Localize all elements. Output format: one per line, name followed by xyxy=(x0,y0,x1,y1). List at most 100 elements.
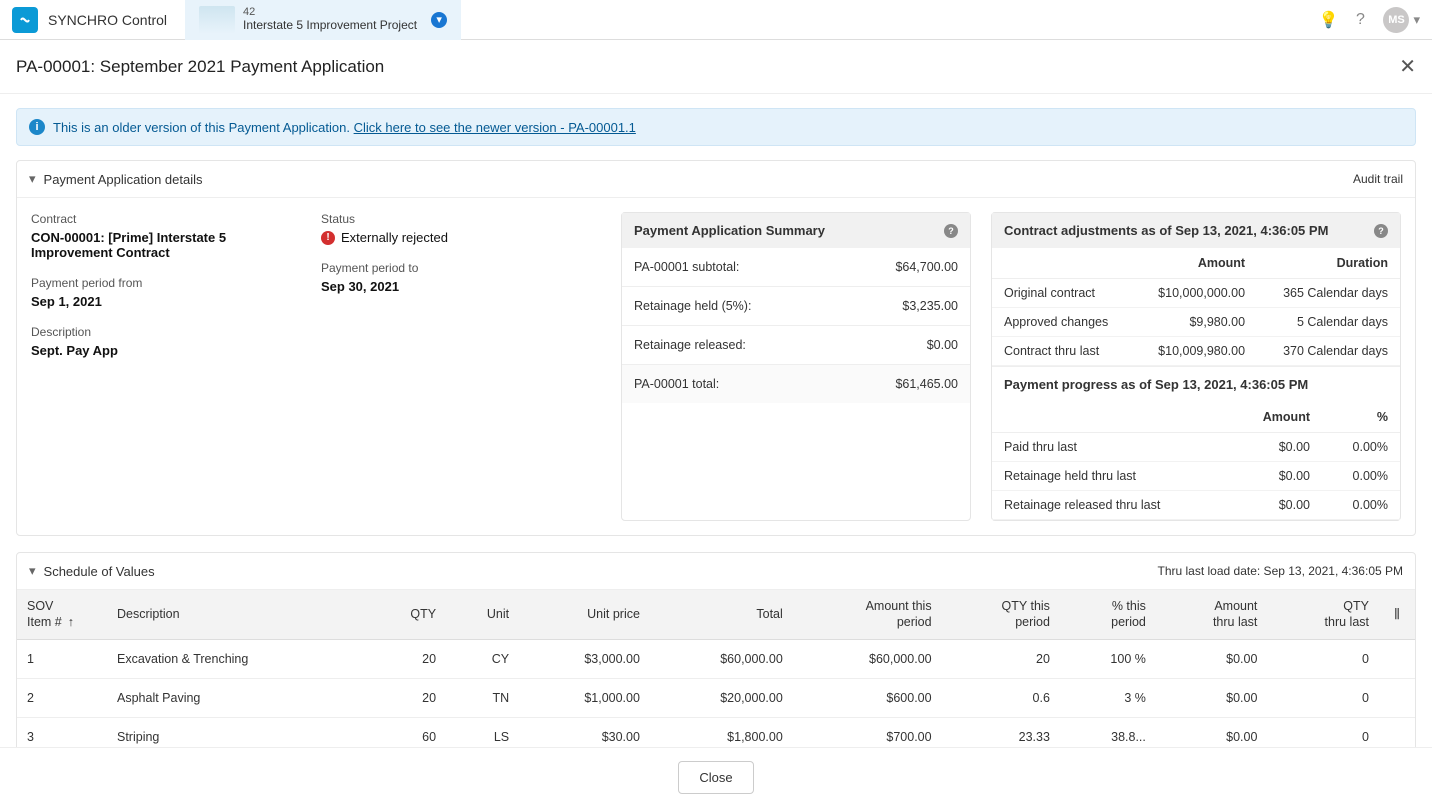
cell-item: 3 xyxy=(17,717,107,747)
summary-value: $3,235.00 xyxy=(902,299,958,313)
table-row[interactable]: 3Striping60LS$30.00$1,800.00$700.0023.33… xyxy=(17,717,1415,747)
summary-title: Payment Application Summary xyxy=(634,223,825,238)
chevron-down-icon: ▾ xyxy=(29,171,36,187)
cell-qty-thru: 0 xyxy=(1267,639,1379,678)
cell-amt-thru: $0.00 xyxy=(1156,678,1268,717)
description-value: Sept. Pay App xyxy=(31,343,301,358)
col-description[interactable]: Description xyxy=(107,590,367,639)
cell-total: $1,800.00 xyxy=(650,717,793,747)
col-total[interactable]: Total xyxy=(650,590,793,639)
cell-amt-period: $600.00 xyxy=(793,678,942,717)
info-icon: i xyxy=(29,119,45,135)
table-row[interactable]: 1Excavation & Trenching20CY$3,000.00$60,… xyxy=(17,639,1415,678)
cell-unit-price: $1,000.00 xyxy=(519,678,650,717)
adjustments-title: Contract adjustments as of Sep 13, 2021,… xyxy=(1004,223,1328,238)
prog-header-amount: Amount xyxy=(1229,402,1322,433)
cell-amt-thru: $0.00 xyxy=(1156,717,1268,747)
cell-unit: TN xyxy=(446,678,519,717)
project-tab-action-icon[interactable]: ▾ xyxy=(431,12,447,28)
app-name: SYNCHRO Control xyxy=(48,12,167,28)
prog-amount: $0.00 xyxy=(1229,491,1322,520)
sov-thru-text: Thru last load date: Sep 13, 2021, 4:36:… xyxy=(1158,564,1404,578)
status-value: Externally rejected xyxy=(341,230,448,245)
adj-amount: $10,009,980.00 xyxy=(1134,337,1257,366)
column-settings-icon[interactable]: ⫼ xyxy=(1379,590,1415,639)
banner-link[interactable]: Click here to see the newer version - PA… xyxy=(354,120,636,135)
col-pct-period[interactable]: % thisperiod xyxy=(1060,590,1156,639)
cell-pct-period: 100 % xyxy=(1060,639,1156,678)
user-menu[interactable]: MS ▾ xyxy=(1383,7,1420,33)
chevron-down-icon: ▾ xyxy=(29,563,36,579)
cell-pct-period: 3 % xyxy=(1060,678,1156,717)
adj-label: Approved changes xyxy=(992,308,1134,337)
close-icon[interactable]: ✕ xyxy=(1399,54,1416,79)
adj-row: Approved changes$9,980.005 Calendar days xyxy=(992,308,1400,337)
project-thumb-icon xyxy=(199,6,235,34)
prog-pct: 0.00% xyxy=(1322,491,1400,520)
sov-section-title: Schedule of Values xyxy=(44,564,1158,579)
details-section: ▾ Payment Application details Audit trai… xyxy=(16,160,1416,536)
prog-label: Retainage held thru last xyxy=(992,462,1229,491)
cell-empty xyxy=(1379,639,1415,678)
adj-row: Original contract$10,000,000.00365 Calen… xyxy=(992,279,1400,308)
col-qty[interactable]: QTY xyxy=(367,590,446,639)
cell-amt-period: $700.00 xyxy=(793,717,942,747)
prog-pct: 0.00% xyxy=(1322,433,1400,462)
col-amount-thru[interactable]: Amountthru last xyxy=(1156,590,1268,639)
cell-pct-period: 38.8... xyxy=(1060,717,1156,747)
help-icon[interactable]: ? xyxy=(1351,11,1369,29)
cell-item: 1 xyxy=(17,639,107,678)
adj-header-amount: Amount xyxy=(1134,248,1257,279)
audit-trail-link[interactable]: Audit trail xyxy=(1353,172,1403,186)
col-qty-period[interactable]: QTY thisperiod xyxy=(942,590,1060,639)
col-qty-thru[interactable]: QTYthru last xyxy=(1267,590,1379,639)
cell-qty: 20 xyxy=(367,678,446,717)
cell-qty-period: 0.6 xyxy=(942,678,1060,717)
col-sov-item[interactable]: SOVItem #↑ xyxy=(17,590,107,639)
cell-qty: 60 xyxy=(367,717,446,747)
table-row[interactable]: 2Asphalt Paving20TN$1,000.00$20,000.00$6… xyxy=(17,678,1415,717)
cell-unit: CY xyxy=(446,639,519,678)
summary-help-icon[interactable]: ? xyxy=(944,224,958,238)
col-unit-price[interactable]: Unit price xyxy=(519,590,650,639)
summary-value: $61,465.00 xyxy=(895,377,958,391)
col-unit[interactable]: Unit xyxy=(446,590,519,639)
progress-row: Retainage released thru last$0.000.00% xyxy=(992,491,1400,520)
summary-label: PA-00001 subtotal: xyxy=(634,260,739,274)
adj-row: Contract thru last$10,009,980.00370 Cale… xyxy=(992,337,1400,366)
adj-label: Contract thru last xyxy=(992,337,1134,366)
summary-value: $64,700.00 xyxy=(895,260,958,274)
sov-section-header[interactable]: ▾ Schedule of Values Thru last load date… xyxy=(17,553,1415,590)
cell-unit-price: $30.00 xyxy=(519,717,650,747)
summary-card: Payment Application Summary ? PA-00001 s… xyxy=(621,212,971,521)
cell-empty xyxy=(1379,678,1415,717)
prog-label: Retainage released thru last xyxy=(992,491,1229,520)
close-button[interactable]: Close xyxy=(678,761,753,794)
adj-header-duration: Duration xyxy=(1257,248,1400,279)
cell-empty xyxy=(1379,717,1415,747)
cell-desc: Striping xyxy=(107,717,367,747)
progress-row: Retainage held thru last$0.000.00% xyxy=(992,462,1400,491)
progress-title: Payment progress as of Sep 13, 2021, 4:3… xyxy=(992,366,1400,402)
adj-duration: 370 Calendar days xyxy=(1257,337,1400,366)
top-bar: SYNCHRO Control 42 Interstate 5 Improvem… xyxy=(0,0,1432,40)
cell-amt-thru: $0.00 xyxy=(1156,639,1268,678)
cell-qty-period: 20 xyxy=(942,639,1060,678)
sov-table: SOVItem #↑ Description QTY Unit Unit pri… xyxy=(17,590,1415,747)
prog-pct: 0.00% xyxy=(1322,462,1400,491)
adjustments-help-icon[interactable]: ? xyxy=(1374,224,1388,238)
summary-label: PA-00001 total: xyxy=(634,377,719,391)
avatar: MS xyxy=(1383,7,1409,33)
period-from-label: Payment period from xyxy=(31,276,301,290)
project-tab[interactable]: 42 Interstate 5 Improvement Project ▾ xyxy=(185,0,461,40)
cell-unit-price: $3,000.00 xyxy=(519,639,650,678)
cell-desc: Excavation & Trenching xyxy=(107,639,367,678)
col-amount-period[interactable]: Amount thisperiod xyxy=(793,590,942,639)
chevron-down-icon: ▾ xyxy=(1413,12,1420,28)
cell-item: 2 xyxy=(17,678,107,717)
details-section-header[interactable]: ▾ Payment Application details Audit trai… xyxy=(17,161,1415,198)
lightbulb-icon[interactable]: 💡 xyxy=(1319,11,1337,29)
app-logo[interactable] xyxy=(12,7,38,33)
adj-label: Original contract xyxy=(992,279,1134,308)
cell-desc: Asphalt Paving xyxy=(107,678,367,717)
